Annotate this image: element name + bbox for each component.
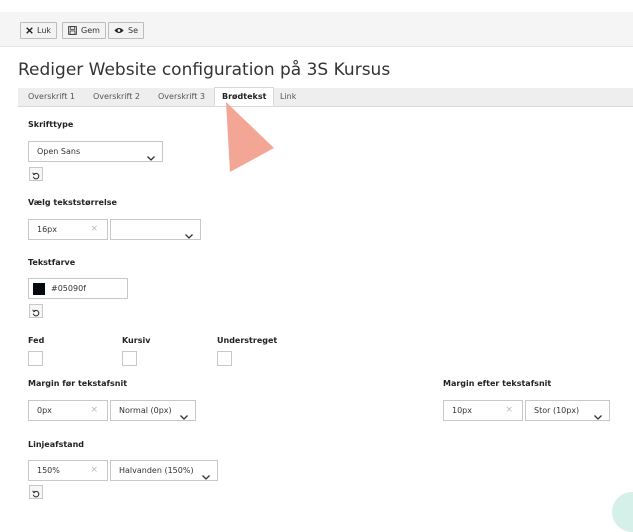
reset-icon — [32, 165, 40, 184]
margin-before-value: 0px — [37, 406, 52, 415]
tab-bar: Overskrift 1 Overskrift 2 Overskrift 3 B… — [18, 87, 633, 107]
save-button[interactable]: Gem — [62, 22, 106, 39]
help-bubble-icon[interactable] — [612, 492, 633, 532]
pointer-arrow-icon — [222, 100, 278, 178]
view-button-label: Se — [128, 26, 138, 35]
color-swatch[interactable] — [33, 283, 45, 295]
page-title: Rediger Website configuration på 3S Kurs… — [18, 60, 391, 80]
reset-icon — [32, 483, 40, 502]
italic-checkbox[interactable] — [122, 351, 137, 366]
size-label: Vælg tekststørrelse — [28, 198, 117, 207]
margin-after-value: 10px — [452, 406, 472, 415]
line-height-select[interactable]: Halvanden (150%) — [110, 460, 218, 481]
line-height-reset-button[interactable] — [29, 485, 43, 499]
color-value: #05090f — [51, 284, 86, 293]
font-reset-button[interactable] — [29, 167, 43, 181]
chevron-down-icon — [594, 408, 602, 427]
size-preset-select[interactable] — [110, 219, 201, 240]
reset-icon — [32, 302, 40, 321]
tab-overskrift-1[interactable]: Overskrift 1 — [28, 88, 75, 106]
size-input[interactable]: 16px × — [28, 219, 108, 240]
font-select-value: Open Sans — [37, 147, 81, 156]
margin-before-label: Margin før tekstafsnit — [28, 379, 128, 388]
margin-after-preset: Stor (10px) — [534, 406, 580, 415]
margin-after-label: Margin efter tekstafsnit — [443, 379, 552, 388]
line-height-value: 150% — [37, 466, 60, 475]
view-button[interactable]: Se — [108, 22, 144, 39]
chevron-down-icon — [202, 468, 210, 487]
line-height-preset: Halvanden (150%) — [119, 466, 194, 475]
underline-checkbox[interactable] — [217, 351, 232, 366]
save-button-label: Gem — [81, 26, 100, 35]
close-button[interactable]: Luk — [20, 22, 58, 39]
clear-icon[interactable]: × — [90, 401, 98, 420]
line-height-label: Linjeafstand — [28, 440, 84, 449]
tab-overskrift-3[interactable]: Overskrift 3 — [158, 88, 205, 106]
bold-label: Fed — [28, 336, 45, 345]
clear-icon[interactable]: × — [90, 461, 98, 480]
save-icon — [68, 26, 77, 35]
margin-before-preset: Normal (0px) — [119, 406, 172, 415]
clear-icon[interactable]: × — [505, 401, 513, 420]
margin-before-input[interactable]: 0px × — [28, 400, 108, 421]
close-button-label: Luk — [37, 26, 52, 35]
chevron-down-icon — [185, 227, 193, 246]
margin-before-select[interactable]: Normal (0px) — [110, 400, 196, 421]
size-input-value: 16px — [37, 225, 57, 234]
line-height-input[interactable]: 150% × — [28, 460, 108, 481]
tab-overskrift-2[interactable]: Overskrift 2 — [93, 88, 140, 106]
close-icon — [26, 27, 33, 34]
toolbar: Luk Gem Se — [0, 12, 633, 47]
font-select[interactable]: Open Sans — [28, 141, 163, 162]
color-reset-button[interactable] — [29, 304, 43, 318]
margin-after-input[interactable]: 10px × — [443, 400, 523, 421]
chevron-down-icon — [147, 149, 155, 168]
eye-icon — [114, 27, 124, 34]
clear-icon[interactable]: × — [90, 220, 98, 239]
underline-label: Understreget — [217, 336, 278, 345]
italic-label: Kursiv — [122, 336, 151, 345]
margin-after-select[interactable]: Stor (10px) — [525, 400, 610, 421]
tab-link[interactable]: Link — [280, 88, 296, 106]
color-field[interactable]: #05090f — [28, 278, 128, 299]
bold-checkbox[interactable] — [28, 351, 43, 366]
color-label: Tekstfarve — [28, 258, 76, 267]
chevron-down-icon — [180, 408, 188, 427]
font-label: Skrifttype — [28, 120, 74, 129]
